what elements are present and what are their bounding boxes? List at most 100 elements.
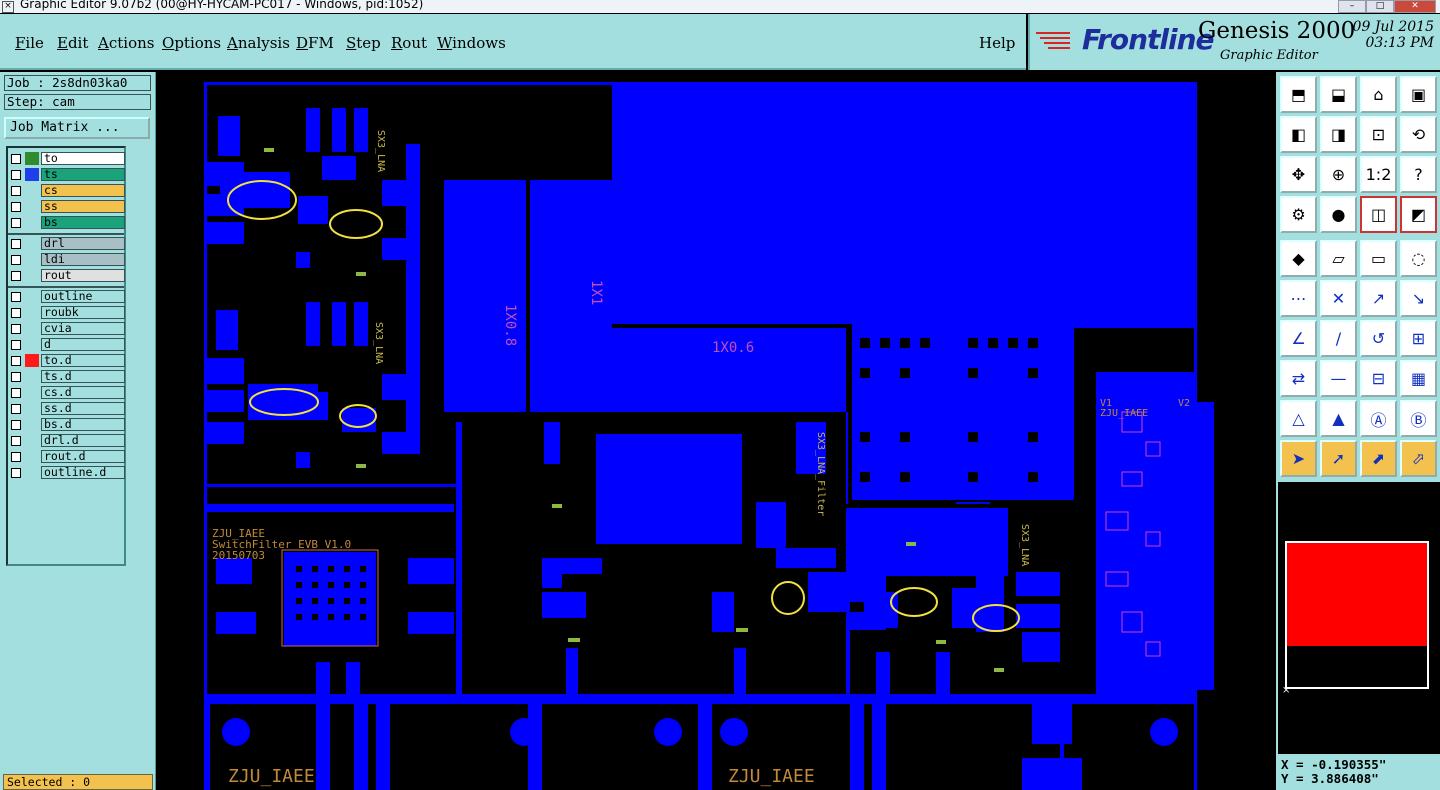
fit-icon[interactable]: ⊡ [1360, 116, 1397, 153]
layer-row-rout-d[interactable]: rout.d [9, 450, 125, 464]
layer-row-bs[interactable]: bs [9, 216, 125, 230]
pcb-view[interactable]: 1X0.8 1X1 1X0.6 SX3_LNA SX3_LNA SX3_LNA_… [156, 72, 1276, 790]
layer-checkbox[interactable] [11, 468, 21, 478]
layer-checkbox[interactable] [11, 308, 21, 318]
layer-checkbox[interactable] [11, 340, 21, 350]
select-icon[interactable]: ◆ [1280, 240, 1317, 277]
triangle-a-icon[interactable]: Ⓐ [1360, 400, 1397, 437]
menu-file[interactable]: File [15, 34, 44, 52]
layer-checkbox[interactable] [11, 372, 21, 382]
layer-display-icon[interactable]: ◫ [1360, 196, 1397, 233]
feature-display-icon[interactable]: ◩ [1400, 196, 1437, 233]
layer-row-outline-d[interactable]: outline.d [9, 466, 125, 480]
menu-rout[interactable]: Rout [391, 34, 427, 52]
pad-icon[interactable]: ⊞ [1400, 320, 1437, 357]
scale-1to2-icon[interactable]: 1:2 [1360, 156, 1397, 193]
layer-checkbox[interactable] [11, 452, 21, 462]
minus-icon[interactable]: — [1320, 360, 1357, 397]
draw-icon[interactable]: ▱ [1320, 240, 1357, 277]
zoom-in-icon[interactable]: ⬓ [1320, 76, 1357, 113]
menu-options[interactable]: Options [162, 34, 221, 52]
menu-windows[interactable]: Windows [437, 34, 506, 52]
connect-icon[interactable]: ↗ [1360, 280, 1397, 317]
layer-checkbox[interactable] [11, 420, 21, 430]
pointer-box-icon[interactable]: ⬈ [1360, 440, 1397, 477]
triangle-alt-icon[interactable]: ▲ [1320, 400, 1357, 437]
layer-checkbox[interactable] [11, 186, 21, 196]
layer-checkbox[interactable] [11, 324, 21, 334]
layer-checkbox[interactable] [11, 239, 21, 249]
layer-row-ss-d[interactable]: ss.d [9, 402, 125, 416]
pointer-icon[interactable]: ➤ [1280, 440, 1317, 477]
layer-checkbox[interactable] [11, 154, 21, 164]
menu-actions[interactable]: Actions [98, 34, 154, 52]
home-icon[interactable]: ⌂ [1360, 76, 1397, 113]
layer-row-drl-d[interactable]: drl.d [9, 434, 125, 448]
circle-select-icon[interactable]: ◌ [1400, 240, 1437, 277]
layer-row-roubk[interactable]: roubk [9, 306, 125, 320]
layer-checkbox[interactable] [11, 388, 21, 398]
snap-center-icon[interactable]: ⊟ [1360, 360, 1397, 397]
pan-left-icon[interactable]: ◧ [1280, 116, 1317, 153]
menu-dfm[interactable]: DFM [296, 34, 334, 52]
pointer-route-icon[interactable]: ⬀ [1400, 440, 1437, 477]
layer-row-rout[interactable]: rout [9, 269, 125, 283]
maximize-icon[interactable]: □ [1366, 0, 1394, 13]
triangle-icon[interactable]: △ [1280, 400, 1317, 437]
layer-row-cs-d[interactable]: cs.d [9, 386, 125, 400]
layer-checkbox[interactable] [11, 292, 21, 302]
layer-row-bs-d[interactable]: bs.d [9, 418, 125, 432]
move-icon[interactable]: ⇄ [1280, 360, 1317, 397]
layer-checkbox[interactable] [11, 170, 21, 180]
layer-checkbox[interactable] [11, 202, 21, 212]
layer-checkbox[interactable] [11, 218, 21, 228]
pointer-box-icon-glyph: ⬈ [1371, 449, 1386, 468]
net-icon[interactable]: ⋯ [1280, 280, 1317, 317]
layer-row-d[interactable]: d [9, 338, 125, 352]
menu-analysis[interactable]: Analysis [227, 34, 290, 52]
layer-row-ldi[interactable]: ldi [9, 253, 125, 267]
layer-row-drl[interactable]: drl [9, 237, 125, 251]
layer-row-ts-d[interactable]: ts.d [9, 370, 125, 384]
layer-checkbox[interactable] [11, 271, 21, 281]
overview-window[interactable]: × [1278, 482, 1440, 754]
layer-checkbox[interactable] [11, 255, 21, 265]
pan-right-icon[interactable]: ◨ [1320, 116, 1357, 153]
layer-row-to-d[interactable]: to.d [9, 354, 125, 368]
window-icon[interactable]: ▣ [1400, 76, 1437, 113]
layer-row-cvia[interactable]: cvia [9, 322, 125, 336]
layer-checkbox[interactable] [11, 356, 21, 366]
arc-icon[interactable]: ↺ [1360, 320, 1397, 357]
job-matrix-button[interactable]: Job Matrix ... [4, 117, 150, 139]
zoom-extents-icon[interactable]: ✥ [1280, 156, 1317, 193]
array-icon[interactable]: ▦ [1400, 360, 1437, 397]
date-display: 09 Jul 2015 [1352, 19, 1434, 35]
snap-icon[interactable]: ● [1320, 196, 1357, 233]
layer-row-ts[interactable]: ts [9, 168, 125, 182]
menu-help[interactable]: Help [979, 34, 1015, 52]
cross-icon[interactable]: ✕ [1320, 280, 1357, 317]
zoom-home-icon[interactable]: ⬒ [1280, 76, 1317, 113]
pointer-alt-icon[interactable]: ➚ [1320, 440, 1357, 477]
layer-row-cs[interactable]: cs [9, 184, 125, 198]
slash-icon[interactable]: / [1320, 320, 1357, 357]
layer-name: bs.d [41, 418, 125, 431]
layer-row-to[interactable]: to [9, 152, 125, 166]
menu-step[interactable]: Step [346, 34, 381, 52]
ruler-icon[interactable]: ▭ [1360, 240, 1397, 277]
layer-row-ss[interactable]: ss [9, 200, 125, 214]
line-icon[interactable]: ∠ [1280, 320, 1317, 357]
minimize-icon[interactable]: – [1338, 0, 1366, 13]
close-icon[interactable]: ✕ [1394, 0, 1436, 13]
triangle-b-icon[interactable]: Ⓑ [1400, 400, 1437, 437]
layer-row-outline[interactable]: outline [9, 290, 125, 304]
help-icon[interactable]: ? [1400, 156, 1437, 193]
layer-checkbox[interactable] [11, 404, 21, 414]
connect-alt-icon[interactable]: ↘ [1400, 280, 1437, 317]
layer-checkbox[interactable] [11, 436, 21, 446]
graphic-canvas[interactable]: 1X0.8 1X1 1X0.6 SX3_LNA SX3_LNA SX3_LNA_… [156, 72, 1276, 790]
menu-edit[interactable]: Edit [57, 34, 88, 52]
measure-icon[interactable]: ⚙ [1280, 196, 1317, 233]
redraw-icon[interactable]: ⟲ [1400, 116, 1437, 153]
center-icon[interactable]: ⊕ [1320, 156, 1357, 193]
